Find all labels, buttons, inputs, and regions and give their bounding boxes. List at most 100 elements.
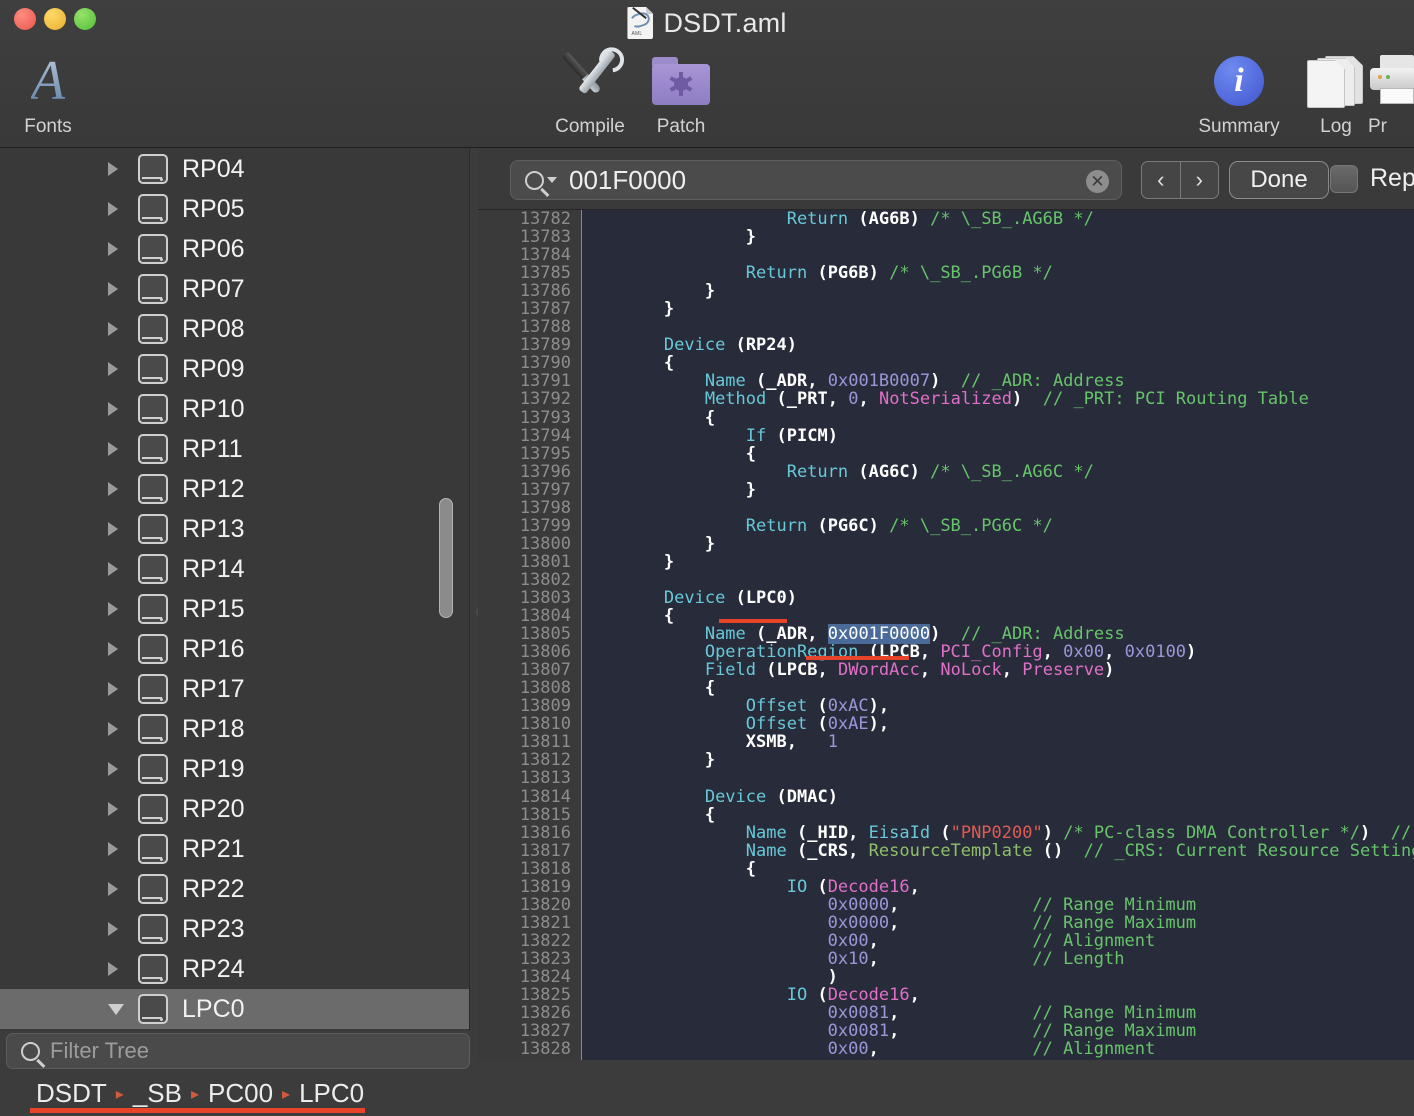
- breadcrumb-item-sb[interactable]: _SB: [133, 1078, 182, 1109]
- find-navigation-group: ‹ ›: [1141, 161, 1219, 199]
- tree-item-rp22[interactable]: RP22: [0, 869, 469, 909]
- tree-item-rp07[interactable]: RP07: [0, 269, 469, 309]
- chevron-right-icon[interactable]: [108, 282, 118, 296]
- find-next-button[interactable]: ›: [1181, 162, 1219, 198]
- line-number: 13826: [519, 1003, 571, 1024]
- code-line: }: [704, 533, 716, 554]
- chevron-down-icon[interactable]: [547, 177, 557, 183]
- chevron-right-icon[interactable]: [108, 682, 118, 696]
- chevron-right-icon[interactable]: [108, 362, 118, 376]
- breadcrumb-separator-icon: ▸: [190, 1085, 199, 1103]
- tree-item-rp23[interactable]: RP23: [0, 909, 469, 949]
- tree-item-rp21[interactable]: RP21: [0, 829, 469, 869]
- line-number: 13825: [519, 985, 571, 1006]
- chevron-right-icon[interactable]: [108, 802, 118, 816]
- device-tree-sidebar[interactable]: RP04 RP05 RP06 RP07 RP08 RP09 RP10 RP11 RP12 RP13…: [0, 148, 470, 1031]
- line-number: 13803: [519, 587, 571, 608]
- line-number: 13799: [519, 515, 571, 536]
- breadcrumb-separator-icon: ▸: [282, 1085, 291, 1103]
- code-line: Offset (0xAC),: [745, 696, 890, 717]
- tree-item-rp05[interactable]: RP05: [0, 189, 469, 229]
- toolbar-label-print: Pr: [1368, 116, 1387, 137]
- line-number: 13806: [519, 642, 571, 663]
- chevron-right-icon[interactable]: [108, 562, 118, 576]
- tree-item-rp16[interactable]: RP16: [0, 629, 469, 669]
- tree-item-rp13[interactable]: RP13: [0, 509, 469, 549]
- tree-item-rp20[interactable]: RP20: [0, 789, 469, 829]
- chevron-right-icon[interactable]: [108, 522, 118, 536]
- tree-item-rp06[interactable]: RP06: [0, 229, 469, 269]
- tree-item-rp18[interactable]: RP18: [0, 709, 469, 749]
- tree-item-rp24[interactable]: RP24: [0, 949, 469, 989]
- breadcrumb-separator-icon: ▸: [115, 1085, 124, 1103]
- tree-item-rp15[interactable]: RP15: [0, 589, 469, 629]
- toolbar-button-fonts[interactable]: A Fonts: [0, 50, 104, 146]
- line-number: 13811: [519, 732, 571, 753]
- tree-item-label: RP18: [182, 714, 245, 743]
- done-button[interactable]: Done: [1229, 161, 1329, 199]
- tree-item-rp10[interactable]: RP10: [0, 389, 469, 429]
- line-number: 13794: [519, 425, 571, 446]
- breadcrumb-item-lpc0[interactable]: LPC0: [299, 1078, 364, 1109]
- chevron-right-icon[interactable]: [108, 202, 118, 216]
- tree-item-rp19[interactable]: RP19: [0, 749, 469, 789]
- code-line: }: [704, 750, 716, 771]
- tree-item-rp04[interactable]: RP04: [0, 149, 469, 189]
- filter-tree-input[interactable]: Filter Tree: [6, 1033, 470, 1069]
- device-tree: RP04 RP05 RP06 RP07 RP08 RP09 RP10 RP11 RP12 RP13…: [0, 149, 469, 1029]
- chevron-right-icon[interactable]: [108, 442, 118, 456]
- code-editor[interactable]: 13782 13783 13784 13785 13786 13787 13788 13789…: [478, 210, 1414, 1070]
- printer-icon: [1368, 50, 1414, 112]
- tree-item-rp08[interactable]: RP08: [0, 309, 469, 349]
- chevron-right-icon[interactable]: [108, 722, 118, 736]
- chevron-right-icon[interactable]: [108, 322, 118, 336]
- code-line: 0x00, // Alignment: [827, 1039, 1156, 1060]
- window-toolbar: AML DSDT.aml A Fonts Compile Patch i Sum…: [0, 0, 1414, 148]
- sidebar-scrollbar-thumb[interactable]: [439, 498, 453, 618]
- line-number: 13792: [519, 389, 571, 410]
- chevron-down-icon[interactable]: [108, 1003, 124, 1015]
- code-line: Device (LPC0): [663, 587, 798, 608]
- breadcrumb-item-dsdt[interactable]: DSDT: [36, 1078, 107, 1109]
- toolbar-button-summary[interactable]: i Summary: [1183, 50, 1295, 146]
- replace-checkbox-group[interactable]: Repla: [1330, 164, 1414, 193]
- chevron-right-icon[interactable]: [108, 162, 118, 176]
- chevron-right-icon[interactable]: [108, 842, 118, 856]
- toolbar-button-print[interactable]: Pr: [1368, 50, 1414, 146]
- line-number: 13788: [519, 317, 571, 338]
- code-line: }: [745, 227, 757, 248]
- chevron-right-icon[interactable]: [108, 762, 118, 776]
- search-input[interactable]: 001F0000 ✕: [510, 160, 1122, 200]
- tree-item-rp11[interactable]: RP11: [0, 429, 469, 469]
- tree-item-rp17[interactable]: RP17: [0, 669, 469, 709]
- code-line: IO (Decode16,: [786, 985, 920, 1006]
- chevron-right-icon[interactable]: [108, 482, 118, 496]
- find-previous-button[interactable]: ‹: [1142, 162, 1180, 198]
- chevron-right-icon[interactable]: [108, 242, 118, 256]
- line-number: 13783: [519, 227, 571, 248]
- tree-item-label: RP09: [182, 354, 245, 383]
- tree-item-lpc0[interactable]: LPC0: [0, 989, 469, 1029]
- chevron-right-icon[interactable]: [108, 962, 118, 976]
- breadcrumb-item-pc00[interactable]: PC00: [208, 1078, 273, 1109]
- toolbar-button-patch[interactable]: Patch: [625, 50, 737, 146]
- clear-search-icon[interactable]: ✕: [1086, 170, 1109, 193]
- chevron-right-icon[interactable]: [108, 882, 118, 896]
- tree-item-label: RP15: [182, 594, 245, 623]
- code-content[interactable]: Return (AG6B) /* \_SB_.AG6B */ } Return …: [582, 210, 1414, 1070]
- tree-item-rp09[interactable]: RP09: [0, 349, 469, 389]
- chevron-right-icon[interactable]: [108, 402, 118, 416]
- chevron-right-icon[interactable]: [108, 642, 118, 656]
- code-line: ): [827, 966, 838, 987]
- code-line: {: [704, 407, 716, 428]
- tree-item-label: RP24: [182, 954, 245, 983]
- chevron-right-icon[interactable]: [108, 602, 118, 616]
- chevron-right-icon[interactable]: [108, 922, 118, 936]
- tree-item-rp12[interactable]: RP12: [0, 469, 469, 509]
- device-icon: [138, 554, 168, 584]
- replace-checkbox[interactable]: [1330, 164, 1358, 193]
- tree-item-rp14[interactable]: RP14: [0, 549, 469, 589]
